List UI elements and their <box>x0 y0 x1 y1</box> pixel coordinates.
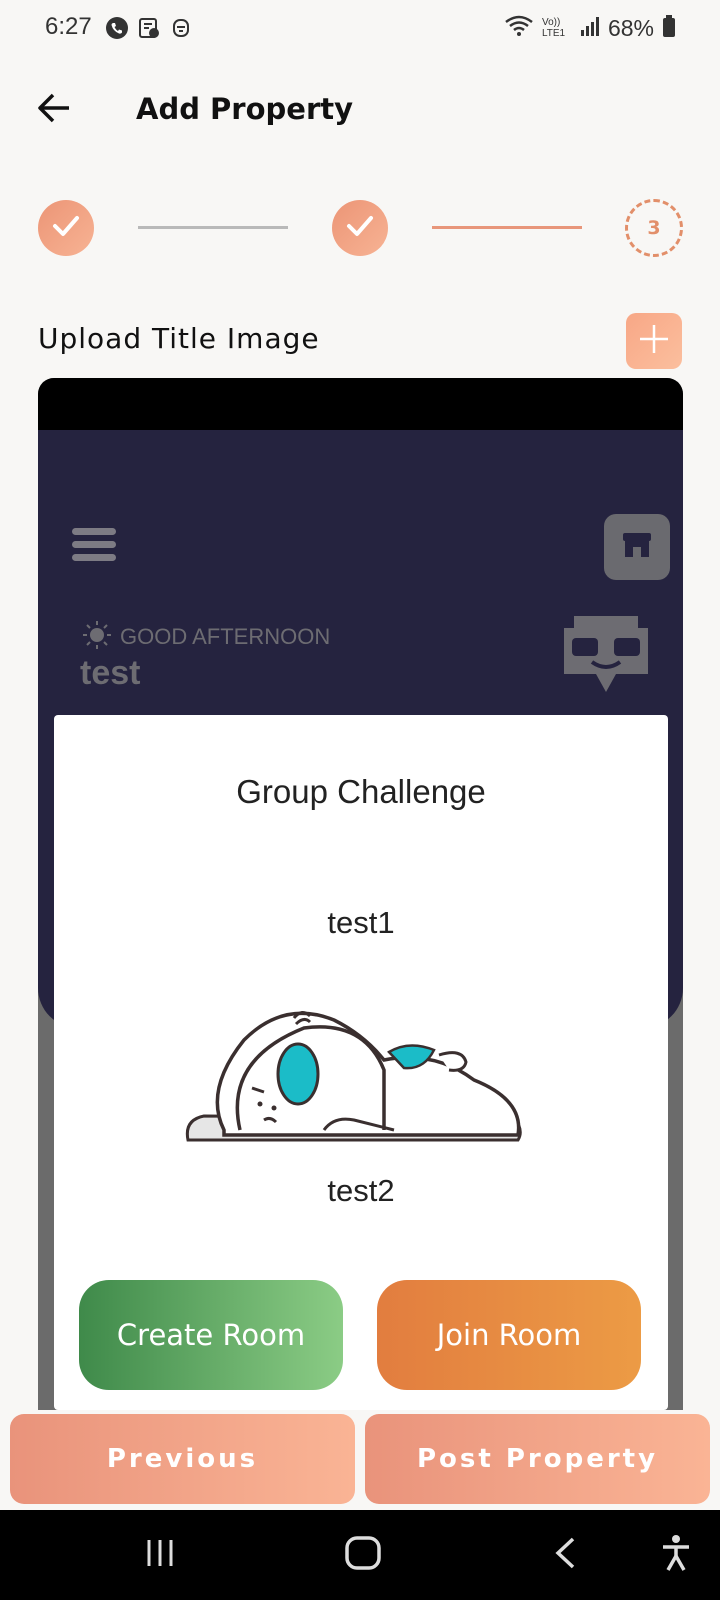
dialog-title: Group Challenge <box>236 773 486 810</box>
user-name: test <box>80 654 141 692</box>
recent-apps-button[interactable] <box>140 1532 180 1578</box>
step-1-complete <box>38 200 94 256</box>
previous-button[interactable]: Previous <box>10 1414 355 1504</box>
preview-status-strip <box>38 378 683 430</box>
hamburger-menu-icon <box>72 528 116 562</box>
status-bar: 6:27 Vo)) LTE1 68% <box>0 0 720 58</box>
create-room-button: Create Room <box>79 1280 343 1390</box>
mascot-head-icon <box>560 614 652 706</box>
notes-icon <box>137 16 161 44</box>
store-icon <box>621 531 653 563</box>
wifi-icon <box>504 14 534 42</box>
step-2-complete <box>332 200 388 256</box>
status-left-icons <box>105 16 193 44</box>
upload-title-label: Upload Title Image <box>38 322 320 355</box>
group-challenge-dialog: Group Challenge test1 test2 Create Room … <box>54 715 668 1410</box>
home-button[interactable] <box>340 1532 386 1578</box>
lte-label: Vo)) LTE1 <box>541 17 566 39</box>
home-icon <box>344 1534 382 1576</box>
check-icon <box>51 214 81 242</box>
back-button[interactable] <box>34 90 74 130</box>
join-room-button: Join Room <box>377 1280 641 1390</box>
phone-icon <box>105 16 129 44</box>
status-right: Vo)) LTE1 68% <box>504 14 676 42</box>
post-property-button[interactable]: Post Property <box>365 1414 710 1504</box>
recent-apps-icon <box>143 1536 177 1574</box>
greeting: GOOD AFTERNOON <box>82 620 330 654</box>
accessibility-button[interactable] <box>656 1532 696 1578</box>
player-two-name: test2 <box>327 1173 395 1208</box>
store-button <box>604 514 670 580</box>
battery-icon <box>662 14 676 42</box>
sleeping-mascot-illustration <box>184 980 528 1154</box>
system-nav-bar <box>0 1510 720 1600</box>
status-time: 6:27 <box>45 13 92 40</box>
check-icon <box>345 214 375 242</box>
page-title: Add Property <box>136 92 354 126</box>
signal-icon <box>580 15 600 41</box>
accessibility-icon <box>660 1534 692 1576</box>
step-connector-1 <box>138 226 288 229</box>
step-connector-2 <box>432 226 582 229</box>
sun-icon <box>82 620 112 654</box>
battery-percent: 68% <box>607 14 654 41</box>
player-one-name: test1 <box>327 905 395 940</box>
arrow-left-icon <box>37 93 71 127</box>
robot-icon <box>169 16 193 44</box>
plus-icon <box>637 322 671 360</box>
greeting-text: GOOD AFTERNOON <box>120 624 331 649</box>
back-nav-button[interactable] <box>550 1532 580 1578</box>
step-3-current: 3 <box>625 199 683 257</box>
chevron-left-icon <box>553 1536 577 1574</box>
add-image-button[interactable] <box>626 313 682 369</box>
step-3-number: 3 <box>647 217 661 239</box>
